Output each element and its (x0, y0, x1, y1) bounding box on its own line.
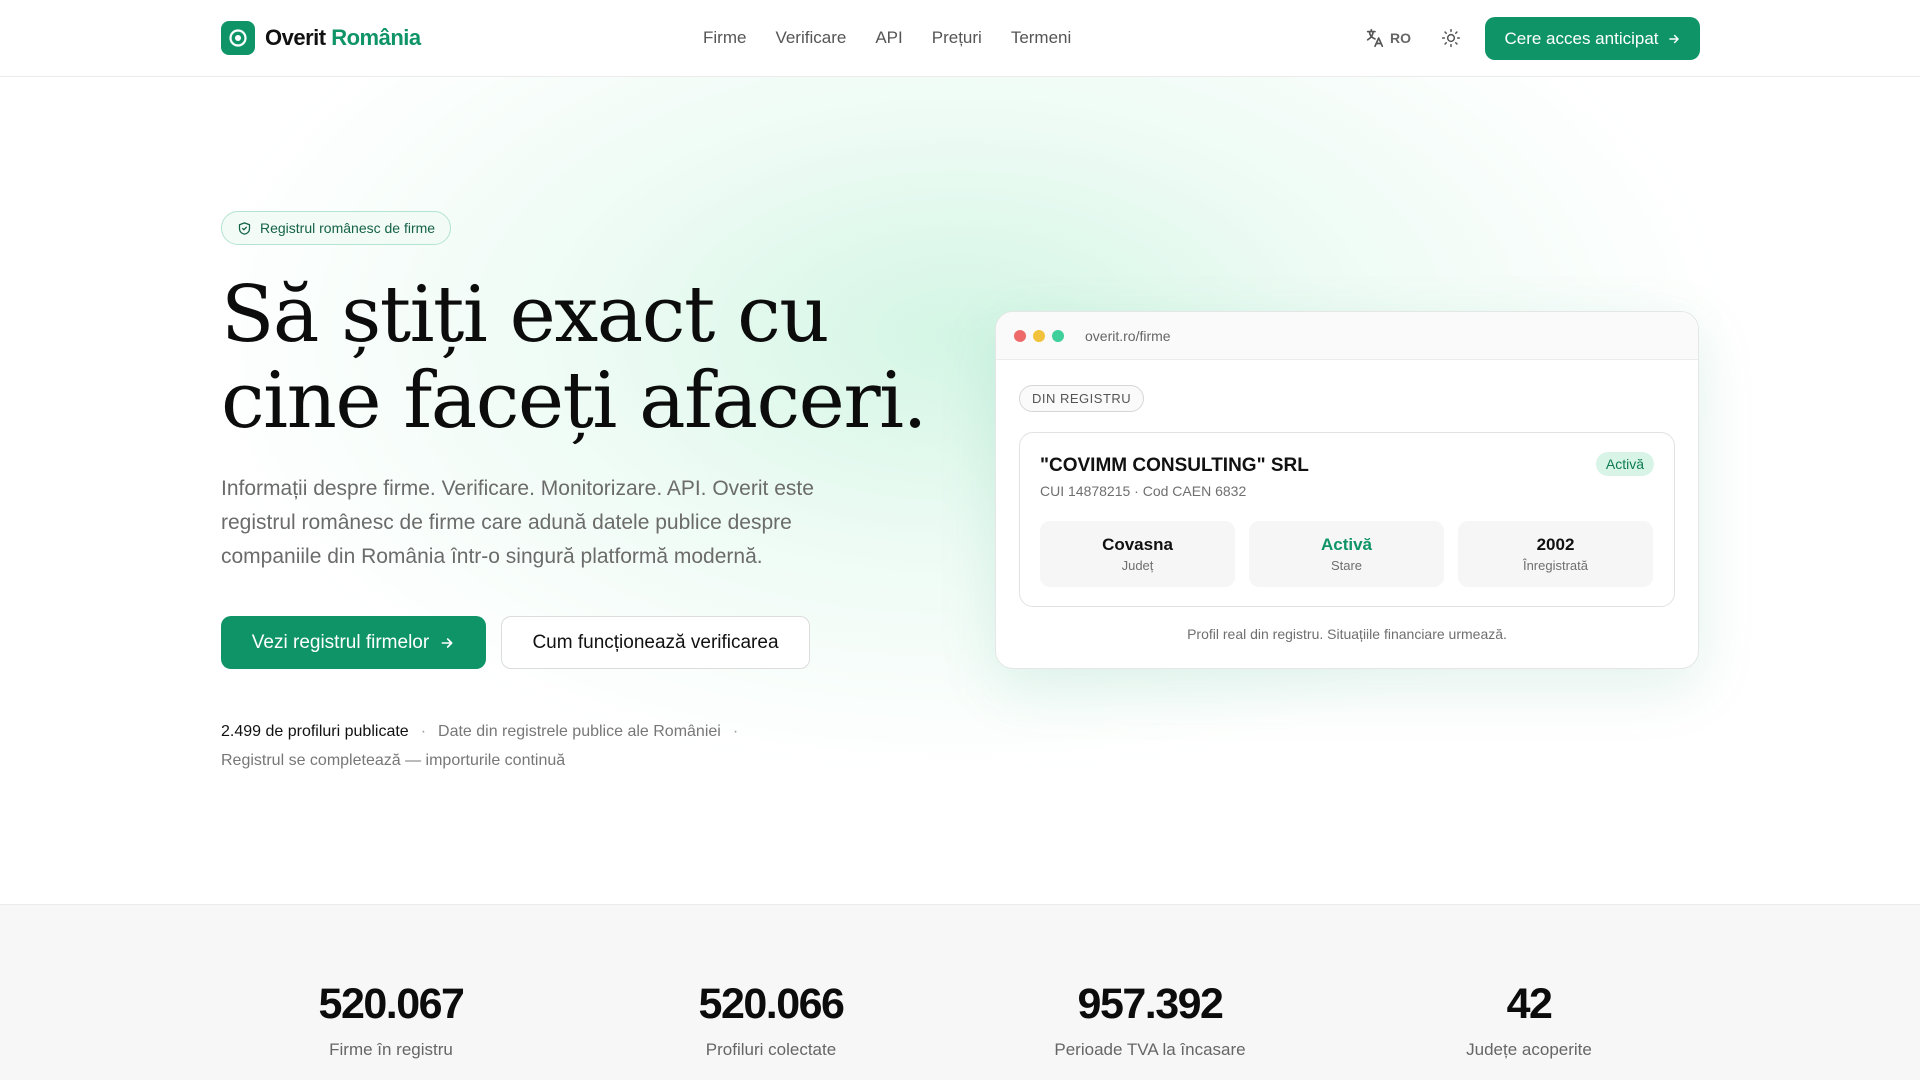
stat-companies-value: 520.067 (318, 980, 465, 1028)
meta-separator: · (420, 723, 427, 740)
language-switcher[interactable]: RO (1364, 27, 1411, 49)
translate-icon (1366, 28, 1384, 48)
logo-text: Overit România (265, 25, 421, 51)
browser-url: overit.ro/firme (1085, 327, 1171, 344)
stat-companies-label: Firme în registru (329, 1040, 453, 1059)
nav-preturi[interactable]: Prețuri (932, 28, 982, 48)
hero-meta: 2.499 de profiluri publicate · Date din re… (221, 717, 821, 775)
meta-sources: Date din registrele publice ale României (438, 723, 721, 740)
stat-registered-value: 2002 (1536, 535, 1575, 554)
stat-vat-label: Perioade TVA la încasare (1054, 1040, 1246, 1059)
section-pill: DIN REGISTRU (1019, 385, 1145, 412)
window-dot-yellow (1033, 329, 1045, 342)
nav-api[interactable]: API (875, 28, 902, 48)
how-verification-works-label: Cum funcționează verificarea (532, 631, 779, 653)
stat-companies: 520.067 Firme în registru (241, 980, 541, 1060)
stat-state-value: Activă (1320, 535, 1373, 554)
browser-bar: overit.ro/firme (996, 312, 1698, 360)
main-nav: Firme Verificare API Prețuri Termeni (703, 28, 1071, 48)
hero-title-line1: Să știți exact cu (221, 270, 830, 360)
stat-counties-value: 42 (1506, 980, 1553, 1028)
window-dot-red (1014, 329, 1026, 342)
how-verification-works-button[interactable]: Cum funcționează verificarea (501, 616, 810, 669)
language-label: RO (1390, 30, 1411, 46)
hero-title-line2: cine faceți afaceri. (221, 356, 927, 446)
stat-profiles-label: Profiluri colectate (705, 1040, 837, 1059)
meta-profiles: 2.499 de profiluri publicate (221, 723, 409, 740)
window-dot-green (1052, 329, 1064, 342)
stat-state-label: Stare (1330, 558, 1363, 573)
logo-icon (221, 21, 255, 55)
preview-footer: Profil real din registru. Situațiile fin… (1187, 626, 1507, 642)
nav-verificare[interactable]: Verificare (775, 28, 846, 48)
company-preview-card: overit.ro/firme DIN REGISTRU "COVIMM CON… (995, 311, 1699, 669)
meta-status: Registrul se completează — importurile c… (221, 752, 566, 769)
brand-name-accent: România (331, 25, 421, 50)
view-registry-button[interactable]: Vezi registrul firmelor (221, 616, 486, 669)
stat-county: Covasna Județ (1040, 521, 1235, 587)
stat-county-label: Județ (1121, 558, 1154, 573)
stat-registered-label: Înregistrată (1522, 558, 1589, 573)
stat-registered: 2002 Înregistrată (1458, 521, 1653, 587)
stats-band: 520.067 Firme în registru 520.066 Profil… (0, 904, 1920, 1080)
early-access-button[interactable]: Cere acces anticipat (1485, 17, 1700, 60)
sun-icon (1441, 28, 1461, 48)
hero-subtitle: Informații despre firme. Verificare. Mon… (221, 477, 814, 568)
company-meta: CUI 14878215 · Cod CAEN 6832 (1040, 483, 1247, 499)
arrow-right-icon (1668, 34, 1679, 43)
arrow-right-icon (441, 637, 453, 648)
nav-termeni[interactable]: Termeni (1011, 28, 1071, 48)
hero-badge-label: Registrul românesc de firme (260, 220, 436, 236)
company-stats: Covasna Județ Activă Stare 2002 Înregist… (1040, 521, 1653, 587)
nav-firme[interactable]: Firme (703, 28, 746, 48)
shield-check-icon (238, 221, 251, 235)
stat-vat-value: 957.392 (1077, 980, 1224, 1028)
stat-vat: 957.392 Perioade TVA la încasare (1000, 980, 1300, 1060)
site-header: Overit România Firme Verificare API Preț… (0, 0, 1920, 77)
stat-profiles-value: 520.066 (698, 980, 845, 1028)
stat-state: Activă Stare (1249, 521, 1444, 587)
view-registry-label: Vezi registrul firmelor (251, 631, 430, 653)
theme-toggle[interactable] (1439, 26, 1463, 50)
logo[interactable]: Overit România (221, 21, 421, 55)
early-access-label: Cere acces anticipat (1504, 28, 1659, 48)
hero-badge: Registrul românesc de firme (221, 211, 452, 245)
stat-profiles: 520.066 Profiluri colectate (621, 980, 921, 1060)
stat-counties-label: Județe acoperite (1466, 1040, 1592, 1059)
meta-separator: · (732, 723, 739, 740)
stat-counties: 42 Județe acoperite (1379, 980, 1679, 1060)
stat-county-value: Covasna (1102, 535, 1173, 554)
status-badge: Activă (1595, 452, 1654, 476)
brand-name: Overit (265, 25, 326, 50)
company-profile[interactable]: "COVIMM CONSULTING" SRL CUI 14878215 · C… (1019, 432, 1675, 607)
hero-title: Să știți exact cu cine faceți afaceri. (221, 272, 981, 444)
company-name: "COVIMM CONSULTING" SRL (1040, 455, 1309, 476)
